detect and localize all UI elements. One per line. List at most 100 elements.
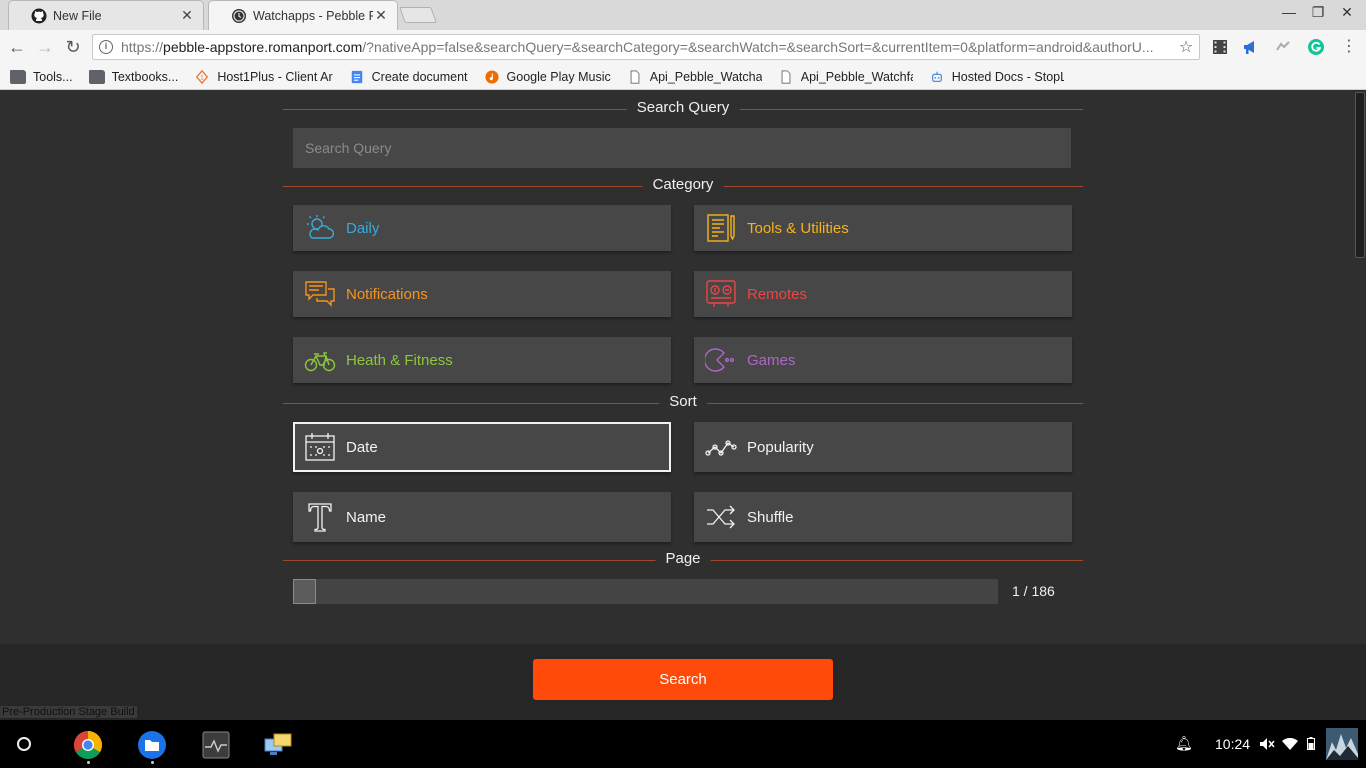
scrollbar-thumb[interactable]: [1355, 92, 1365, 258]
minimize-icon[interactable]: —: [1278, 4, 1300, 20]
section-page: Page: [283, 549, 1083, 571]
category-tools-utilities[interactable]: Tools & Utilities: [694, 205, 1072, 251]
browser-toolbar: ← → ↻ i https://pebble-appstore.romanpor…: [0, 30, 1366, 64]
bookmark-host1plus[interactable]: 1 Host1Plus - Client Ar: [194, 69, 333, 84]
site-info-icon[interactable]: i: [99, 40, 113, 54]
sort-label: Shuffle: [747, 508, 794, 526]
category-label: Games: [747, 351, 796, 369]
calendar-icon: [305, 433, 335, 461]
category-label: Notifications: [346, 285, 428, 303]
film-extension-icon[interactable]: [1211, 38, 1229, 56]
clock-time[interactable]: 10:24: [1215, 736, 1250, 752]
bookmark-textbooks[interactable]: Textbooks...: [88, 69, 178, 84]
grammarly-icon[interactable]: [1307, 38, 1325, 56]
remote-desktop-icon[interactable]: [263, 730, 293, 760]
category-label: Heath & Fitness: [346, 351, 453, 369]
bookmark-api-watchapps[interactable]: Api_Pebble_Watchap: [627, 70, 762, 84]
sync-extension-icon[interactable]: [1274, 38, 1292, 56]
page-slider[interactable]: [293, 579, 998, 604]
launcher-icon[interactable]: [17, 737, 31, 751]
robot-icon: [931, 71, 942, 82]
cloud-sun-icon: [307, 215, 335, 239]
mute-icon[interactable]: [1259, 737, 1275, 751]
forward-icon[interactable]: →: [34, 36, 56, 58]
chrome-icon[interactable]: [73, 730, 103, 760]
host1plus-icon: 1: [196, 69, 209, 84]
category-games[interactable]: Games: [694, 337, 1072, 383]
category-remotes[interactable]: Remotes: [694, 271, 1072, 317]
sort-label: Popularity: [747, 438, 814, 456]
close-window-icon[interactable]: ✕: [1336, 4, 1358, 21]
github-icon: [31, 8, 47, 23]
section-title: Sort: [659, 393, 707, 410]
url-text[interactable]: https://pebble-appstore.romanport.com/?n…: [121, 39, 1173, 55]
folder-icon: [88, 69, 105, 84]
page-icon: [781, 69, 791, 84]
section-sort: Sort: [283, 392, 1083, 414]
system-monitor-icon[interactable]: [201, 730, 231, 760]
tools-notepad-icon: [707, 214, 735, 242]
tab-watchapps[interactable]: Watchapps - Pebble Ripp ✕: [208, 0, 398, 30]
svg-text:1: 1: [201, 74, 205, 81]
sort-label: Name: [346, 508, 387, 526]
category-daily[interactable]: Daily: [293, 205, 671, 251]
tab-close-icon[interactable]: ✕: [373, 7, 389, 24]
restore-icon[interactable]: ❐: [1307, 4, 1329, 21]
search-button[interactable]: Search: [533, 659, 833, 700]
category-label: Daily: [346, 219, 380, 237]
address-bar[interactable]: i https://pebble-appstore.romanport.com/…: [92, 34, 1200, 60]
build-label: Pre-Production Stage Build: [0, 706, 137, 718]
pacman-icon: [705, 348, 735, 372]
bicycle-icon: [304, 352, 336, 372]
category-notifications[interactable]: Notifications: [293, 271, 671, 317]
bookmark-google-play-music[interactable]: Google Play Music: [484, 70, 611, 84]
pebble-clock-icon: [232, 8, 246, 23]
folder-icon: [10, 69, 26, 84]
remote-icon: [706, 280, 736, 307]
section-category: Category: [283, 175, 1083, 197]
back-icon[interactable]: ←: [6, 36, 28, 58]
page-count: 1 / 186: [1012, 583, 1055, 599]
search-query-input[interactable]: [293, 128, 1071, 168]
section-title: Search Query: [626, 99, 740, 116]
tab-strip: New File ✕ Watchapps - Pebble Ripp ✕ — ❐…: [0, 0, 1366, 30]
tab-new-file[interactable]: New File ✕: [8, 0, 204, 30]
new-tab-button[interactable]: [399, 7, 437, 23]
bookmark-create-document[interactable]: Create document: [349, 70, 468, 84]
tab-close-icon[interactable]: ✕: [179, 7, 195, 24]
page-slider-thumb[interactable]: [293, 579, 316, 604]
sort-date[interactable]: Date: [293, 422, 671, 472]
tab-title: New File: [53, 8, 102, 23]
play-music-icon: [484, 69, 499, 84]
reload-icon[interactable]: ↻: [62, 36, 84, 58]
bookmark-api-watchfaces[interactable]: Api_Pebble_Watchfa: [778, 70, 913, 84]
menu-kebab-icon[interactable]: ⋮: [1338, 36, 1360, 58]
bookmark-star-icon[interactable]: ☆: [1173, 37, 1199, 57]
shuffle-icon: [707, 505, 735, 529]
section-title: Category: [642, 176, 724, 193]
notification-bell-icon[interactable]: 🔔︎: [1175, 735, 1193, 752]
wifi-icon[interactable]: [1282, 738, 1298, 750]
category-label: Remotes: [747, 285, 808, 303]
sort-label: Date: [346, 438, 378, 456]
megaphone-extension-icon[interactable]: [1241, 38, 1259, 56]
category-label: Tools & Utilities: [747, 219, 849, 237]
typography-t-icon: [308, 503, 332, 532]
section-title: Page: [655, 550, 711, 567]
chat-bubbles-icon: [305, 281, 335, 307]
bookmark-hosted-docs[interactable]: Hosted Docs - StopLi: [929, 70, 1064, 84]
section-search-query: Search Query: [283, 98, 1083, 120]
sort-shuffle[interactable]: Shuffle: [694, 492, 1072, 542]
google-docs-icon: [351, 70, 362, 83]
category-health-fitness[interactable]: Heath & Fitness: [293, 337, 671, 383]
bookmarks-bar: Tools... Textbooks... 1 Host1Plus - Clie…: [0, 64, 1366, 90]
page-icon: [630, 69, 640, 84]
user-avatar[interactable]: [1326, 728, 1358, 760]
sort-name[interactable]: Name: [293, 492, 671, 542]
tab-title: Watchapps - Pebble Ripp: [253, 8, 373, 23]
files-app-icon[interactable]: [137, 730, 167, 760]
sort-popularity[interactable]: Popularity: [694, 422, 1072, 472]
battery-icon[interactable]: [1307, 737, 1315, 750]
bookmark-tools[interactable]: Tools...: [10, 69, 73, 84]
trend-line-icon: [705, 440, 737, 456]
